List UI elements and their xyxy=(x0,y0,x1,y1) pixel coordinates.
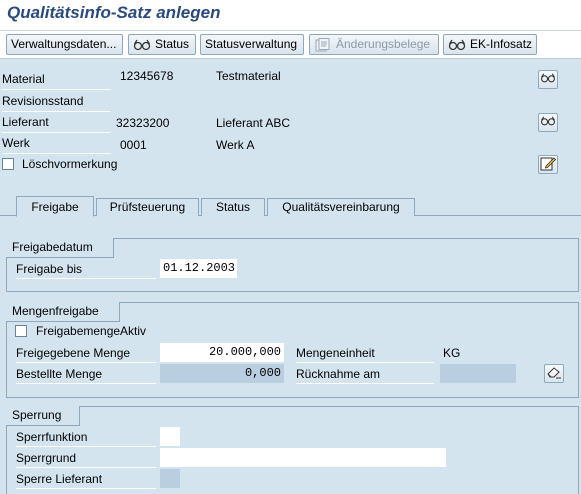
edit-button[interactable] xyxy=(538,155,558,174)
sperre-lieferant-label-line xyxy=(16,488,156,489)
tab-status[interactable]: Status xyxy=(201,198,265,216)
tab-freigabe[interactable]: Freigabe xyxy=(16,196,94,217)
sperre-lieferant-field xyxy=(160,469,180,488)
status-label: Status xyxy=(155,37,190,51)
pencil-icon xyxy=(540,156,557,174)
bestellte-menge-field: 0,000 xyxy=(160,364,284,383)
aenderungsbelege-button[interactable]: Änderungsbelege xyxy=(309,34,439,55)
lieferant-display-button[interactable] xyxy=(538,113,558,132)
werk-value: 0001 xyxy=(120,138,147,152)
ek-infosatz-label: EK-Infosatz xyxy=(470,37,533,51)
ruecknahme-am-label: Rücknahme am xyxy=(296,367,381,381)
ruecknahme-am-label-line xyxy=(296,383,434,384)
glasses-icon xyxy=(540,115,556,130)
glasses-icon xyxy=(448,38,466,52)
freigabemenge-aktiv-label: FreigabemengeAktiv xyxy=(36,324,147,338)
freigegebene-menge-input[interactable]: 20.000,000 xyxy=(160,343,284,362)
bestellte-menge-label-line xyxy=(16,383,156,384)
freigegebene-menge-label-line xyxy=(16,362,156,363)
sperrgrund-label: Sperrgrund xyxy=(16,451,77,465)
verwaltungsdaten-button[interactable]: Verwaltungsdaten... xyxy=(6,34,123,55)
sperrgrund-input[interactable] xyxy=(160,448,446,467)
tab-freigabe-label: Freigabe xyxy=(31,200,79,214)
freigegebene-menge-label: Freigegebene Menge xyxy=(16,346,131,360)
bestellte-menge-label: Bestellte Menge xyxy=(16,367,103,381)
lieferant-value: 32323200 xyxy=(116,116,170,130)
loeschvormerkung-checkbox[interactable] xyxy=(2,158,14,170)
tab-pruefsteuerung[interactable]: Prüfsteuerung xyxy=(96,198,199,216)
page-title: Qualitätsinfo-Satz anlegen xyxy=(7,3,221,22)
mengeneinheit-value: KG xyxy=(443,346,461,360)
mengeneinheit-label: Mengeneinheit xyxy=(296,346,375,360)
lieferant-text: Lieferant ABC xyxy=(216,116,291,130)
material-value: 12345678 xyxy=(120,69,174,83)
documents-icon xyxy=(314,37,332,52)
freigabedatum-group: Freigabedatum xyxy=(6,238,579,292)
material-text: Testmaterial xyxy=(216,69,281,83)
tab-pruefsteuerung-label: Prüfsteuerung xyxy=(109,200,186,214)
ek-infosatz-button[interactable]: EK-Infosatz xyxy=(443,34,537,55)
loeschvormerkung-label: Löschvormerkung xyxy=(22,157,118,171)
freigabedatum-title: Freigabedatum xyxy=(6,238,114,258)
werk-text: Werk A xyxy=(216,138,255,152)
ruecknahme-am-field xyxy=(440,364,516,383)
sperre-lieferant-label: Sperre Lieferant xyxy=(16,472,103,486)
ruecknahme-button[interactable] xyxy=(544,364,564,383)
statusverwaltung-button[interactable]: Statusverwaltung xyxy=(200,34,304,55)
tab-qualitaetsvereinbarung-label: Qualitätsvereinbarung xyxy=(282,200,400,214)
mengeneinheit-label-line xyxy=(296,362,434,363)
glasses-icon xyxy=(540,72,556,87)
eraser-icon xyxy=(546,365,562,382)
sperrfunktion-label-line xyxy=(16,446,156,447)
freigabe-bis-label-line xyxy=(16,278,156,279)
sperrung-title: Sperrung xyxy=(6,406,80,426)
lieferant-label-line xyxy=(2,132,110,133)
verwaltungsdaten-label: Verwaltungsdaten... xyxy=(11,37,117,51)
sperrfunktion-input[interactable] xyxy=(160,427,180,446)
revisionsstand-label: Revisionsstand xyxy=(2,94,84,108)
freigabe-bis-input[interactable]: 01.12.2003 xyxy=(160,259,237,278)
lieferant-label: Lieferant xyxy=(2,115,49,129)
freigabemenge-aktiv-checkbox[interactable] xyxy=(15,325,27,337)
tab-status-label: Status xyxy=(215,200,251,214)
tab-qualitaetsvereinbarung[interactable]: Qualitätsvereinbarung xyxy=(267,198,415,216)
material-label-line xyxy=(2,89,110,90)
mengenfreigabe-title: Mengenfreigabe xyxy=(6,302,120,322)
sperrgrund-label-line xyxy=(16,467,156,468)
sperrfunktion-label: Sperrfunktion xyxy=(16,430,88,444)
material-label: Material xyxy=(2,72,45,86)
status-button[interactable]: Status xyxy=(128,34,196,55)
werk-label-line xyxy=(2,153,110,154)
freigabe-bis-label: Freigabe bis xyxy=(16,262,83,276)
aenderungsbelege-label: Änderungsbelege xyxy=(336,37,431,51)
statusverwaltung-label: Statusverwaltung xyxy=(205,37,298,51)
revisionsstand-label-line xyxy=(2,111,110,112)
material-display-button[interactable] xyxy=(538,70,558,89)
werk-label: Werk xyxy=(2,136,30,150)
glasses-icon xyxy=(133,38,151,52)
